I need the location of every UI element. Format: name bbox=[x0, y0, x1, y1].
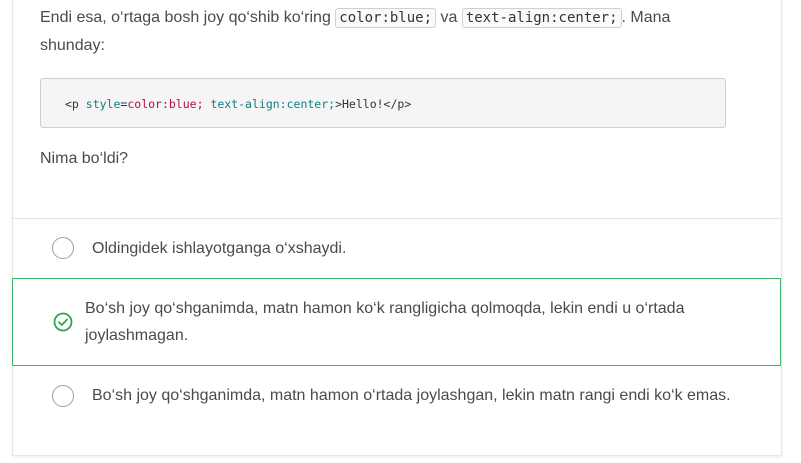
prompt-text-before: Endi esa, o‘rtaga bosh joy qo‘shib ko‘ri… bbox=[40, 9, 336, 26]
radio-button[interactable] bbox=[52, 237, 74, 259]
answer-option-label: Bo‘sh joy qo‘shganimda, matn hamon ko‘k … bbox=[85, 300, 685, 344]
answer-option-3[interactable]: Bo‘sh joy qo‘shganimda, matn hamon o‘rta… bbox=[12, 378, 781, 448]
code-open-tag: <p bbox=[65, 97, 86, 111]
code-block: <p style=color:blue; text-align:center;>… bbox=[40, 78, 726, 128]
answer-option-1[interactable]: Oldingidek ishlayotganga o‘xshaydi. bbox=[12, 229, 781, 269]
inline-code-text-align: text-align:center; bbox=[461, 8, 622, 28]
question-text: Nima bo‘ldi? bbox=[40, 150, 129, 167]
answer-option-label: Oldingidek ishlayotganga o‘xshaydi. bbox=[92, 240, 347, 257]
answer-option-2-correct[interactable]: Bo‘sh joy qo‘shganimda, matn hamon ko‘k … bbox=[12, 278, 781, 366]
code-attr-value: color:blue; bbox=[127, 97, 204, 111]
inline-code-color: color:blue; bbox=[335, 8, 437, 28]
check-circle-icon bbox=[53, 312, 73, 332]
prompt-text-mid: va bbox=[436, 9, 462, 26]
prompt-text: Endi esa, o‘rtaga bosh joy qo‘shib ko‘ri… bbox=[40, 4, 720, 60]
answer-option-label: Bo‘sh joy qo‘shganimda, matn hamon o‘rta… bbox=[92, 387, 731, 404]
code-close: >Hello!</p> bbox=[335, 97, 412, 111]
code-rest: text-align:center; bbox=[203, 97, 336, 111]
divider bbox=[12, 218, 781, 219]
radio-button[interactable] bbox=[52, 385, 74, 407]
code-attr-name: style bbox=[85, 97, 121, 111]
